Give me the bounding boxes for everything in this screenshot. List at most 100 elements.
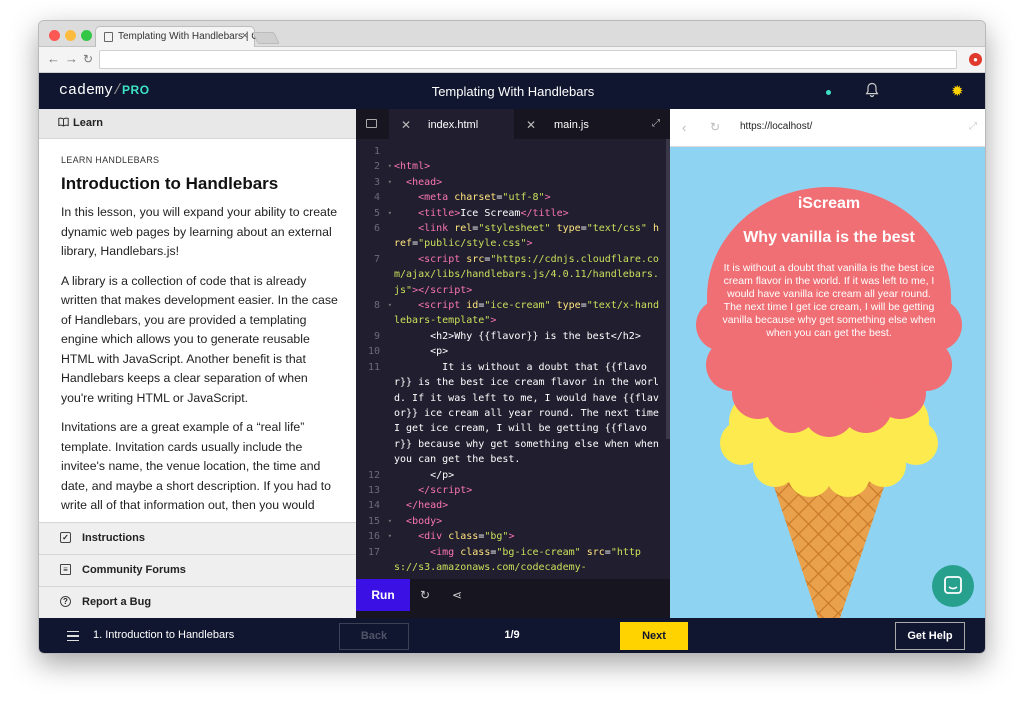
gear-icon[interactable]: ✹ xyxy=(951,82,964,100)
fold-arrow-icon[interactable]: ▾ xyxy=(388,175,392,190)
learn-header[interactable]: Learn xyxy=(39,109,356,139)
line-number: 17 xyxy=(367,546,380,558)
close-file-icon[interactable]: ✕ xyxy=(401,118,411,132)
report-bug-tab[interactable]: ? Report a Bug xyxy=(39,586,356,618)
code-text: <meta charset="utf-8"> xyxy=(418,192,551,204)
code-area[interactable]: 1 2 ▾ <html> 3 ▾ <head> 4 <meta charset="utf-8… xyxy=(356,139,670,579)
code-line[interactable]: 9 <h2>Why {{flavor}} is the best</h2> xyxy=(356,329,670,344)
code-text: It is without a doubt that {{flavor}} is… xyxy=(394,361,665,466)
fold-arrow-icon[interactable]: ▾ xyxy=(388,298,392,313)
line-number: 15 ▾ xyxy=(356,514,394,529)
code-text: </head> xyxy=(406,500,449,512)
code-line[interactable]: 7 <script src="https://cdnjs.cloudflare.… xyxy=(356,252,670,298)
fold-arrow-icon[interactable]: ▾ xyxy=(388,514,392,529)
line-number: 11 xyxy=(367,361,380,373)
preview-url[interactable]: https://localhost/ xyxy=(740,121,812,132)
code-text: <img class="bg-ice-cream" src="https://s… xyxy=(394,546,641,573)
browser-toolbar: ← → ↻ ● xyxy=(39,47,985,73)
file-tab-label: main.js xyxy=(554,119,589,131)
address-bar[interactable] xyxy=(99,50,957,69)
page-icon xyxy=(104,32,113,42)
code-line[interactable]: 3 ▾ <head> xyxy=(356,175,670,190)
run-button[interactable]: Run xyxy=(356,579,410,611)
preview-browser: ‹ ↻ https://localhost/ ⤢ iScream Why van… xyxy=(670,109,985,618)
line-number: 6 xyxy=(373,223,380,235)
preview-expand-icon[interactable]: ⤢ xyxy=(969,121,977,132)
close-tab-icon[interactable]: × xyxy=(242,30,248,42)
code-text: </script> xyxy=(418,484,473,496)
menu-icon[interactable] xyxy=(67,631,79,641)
line-number: 12 xyxy=(367,469,380,481)
maximize-window-icon[interactable] xyxy=(81,30,92,41)
code-line[interactable]: 5 ▾ <title>Ice Scream</title> xyxy=(356,206,670,221)
learn-header-label: Learn xyxy=(73,117,103,129)
code-line[interactable]: 10 <p> xyxy=(356,344,670,359)
close-window-icon[interactable] xyxy=(49,30,60,41)
lesson-paragraph: A library is a collection of code that i… xyxy=(61,273,338,405)
report-bug-label: Report a Bug xyxy=(82,596,152,608)
line-number: 10 xyxy=(367,346,380,358)
get-help-button[interactable]: Get Help xyxy=(895,622,965,650)
lesson-name[interactable]: 1. Introduction to Handlebars xyxy=(93,629,234,641)
preview-paragraph: It is without a doubt that vanilla is th… xyxy=(722,262,936,339)
bell-icon[interactable] xyxy=(865,82,879,98)
line-number: 7 xyxy=(373,253,380,265)
footer-bar: 1. Introduction to Handlebars Back 1/9 N… xyxy=(39,618,985,653)
code-line[interactable]: 17 <img class="bg-ice-cream" src="https:… xyxy=(356,545,670,576)
fold-arrow-icon[interactable]: ▾ xyxy=(388,206,392,221)
preview-back-icon[interactable]: ‹ xyxy=(682,120,686,135)
reload-icon[interactable]: ↻ xyxy=(83,52,93,66)
preview-refresh-icon[interactable]: ↻ xyxy=(710,120,720,134)
learn-panel: Learn LEARN HANDLEBARS Introduction to H… xyxy=(39,109,356,618)
question-icon: ? xyxy=(60,596,71,607)
code-line[interactable]: 8 ▾ <script id="ice-cream" type="text/x-h… xyxy=(356,298,670,329)
community-forums-tab[interactable]: ≡ Community Forums xyxy=(39,554,356,586)
instructions-tab[interactable]: ✓ Instructions xyxy=(39,522,356,554)
browser-tab-title: Templating With Handlebars | C xyxy=(118,31,259,42)
code-line[interactable]: 15 ▾ <body> xyxy=(356,514,670,529)
editor-tabs: ✕ index.html ✕ main.js ⤢ xyxy=(356,109,670,139)
code-line[interactable]: 6 <link rel="stylesheet" type="text/css"… xyxy=(356,221,670,252)
tab-main-js[interactable]: ✕ main.js xyxy=(514,109,624,139)
code-line[interactable]: 4 <meta charset="utf-8"> xyxy=(356,190,670,205)
status-dot-icon xyxy=(826,90,831,95)
extension-icon[interactable]: ● xyxy=(969,53,982,66)
close-file-icon[interactable]: ✕ xyxy=(526,118,536,132)
code-line[interactable]: 16 ▾ <div class="bg"> xyxy=(356,529,670,544)
tab-strip: Templating With Handlebars | C × xyxy=(39,21,985,48)
lesson-paragraph: Invitations are a great example of a “re… xyxy=(61,420,332,512)
line-number: 13 xyxy=(367,484,380,496)
expand-icon[interactable]: ⤢ xyxy=(652,118,660,129)
chat-support-button[interactable] xyxy=(932,565,974,607)
back-button[interactable]: Back xyxy=(339,623,409,650)
folder-icon[interactable] xyxy=(366,119,377,128)
preview-title: iScream xyxy=(797,195,861,212)
ice-cream-graphic xyxy=(696,187,962,618)
lesson-kicker: LEARN HANDLEBARS xyxy=(61,155,160,165)
fold-arrow-icon[interactable]: ▾ xyxy=(388,529,392,544)
next-button[interactable]: Next xyxy=(620,622,688,650)
code-line[interactable]: 1 xyxy=(356,144,670,159)
forward-arrow-icon[interactable]: → xyxy=(65,51,78,66)
app-header: codecademy/PRO Templating With Handlebar… xyxy=(39,73,985,552)
tab-index-html[interactable]: ✕ index.html xyxy=(389,109,514,139)
checkbox-icon: ✓ xyxy=(60,532,71,543)
code-line[interactable]: 14 </head> xyxy=(356,498,670,513)
back-arrow-icon[interactable]: ← xyxy=(47,51,60,66)
reset-icon[interactable]: ↻ xyxy=(420,588,430,602)
code-line[interactable]: 13 </script> xyxy=(356,483,670,498)
code-line[interactable]: 12 </p> xyxy=(356,468,670,483)
new-tab-button[interactable] xyxy=(252,32,280,44)
code-text: <script src="https://cdnjs.cloudflare.co… xyxy=(394,253,659,296)
share-icon[interactable]: ⋖ xyxy=(452,588,462,602)
fold-arrow-icon[interactable]: ▾ xyxy=(388,159,392,174)
line-number: 3 ▾ xyxy=(356,175,394,190)
browser-tab[interactable]: Templating With Handlebars | C × xyxy=(95,26,259,48)
code-text: </p> xyxy=(394,469,455,481)
code-text: <script id="ice-cream" type="text/x-hand… xyxy=(394,300,659,327)
minimize-window-icon[interactable] xyxy=(65,30,76,41)
code-line[interactable]: 11 It is without a doubt that {{flavor}}… xyxy=(356,360,670,468)
code-line[interactable]: 2 ▾ <html> xyxy=(356,159,670,174)
line-number: 16 ▾ xyxy=(356,529,394,544)
browser-window: Templating With Handlebars | C × ← → ↻ ●… xyxy=(38,20,986,654)
